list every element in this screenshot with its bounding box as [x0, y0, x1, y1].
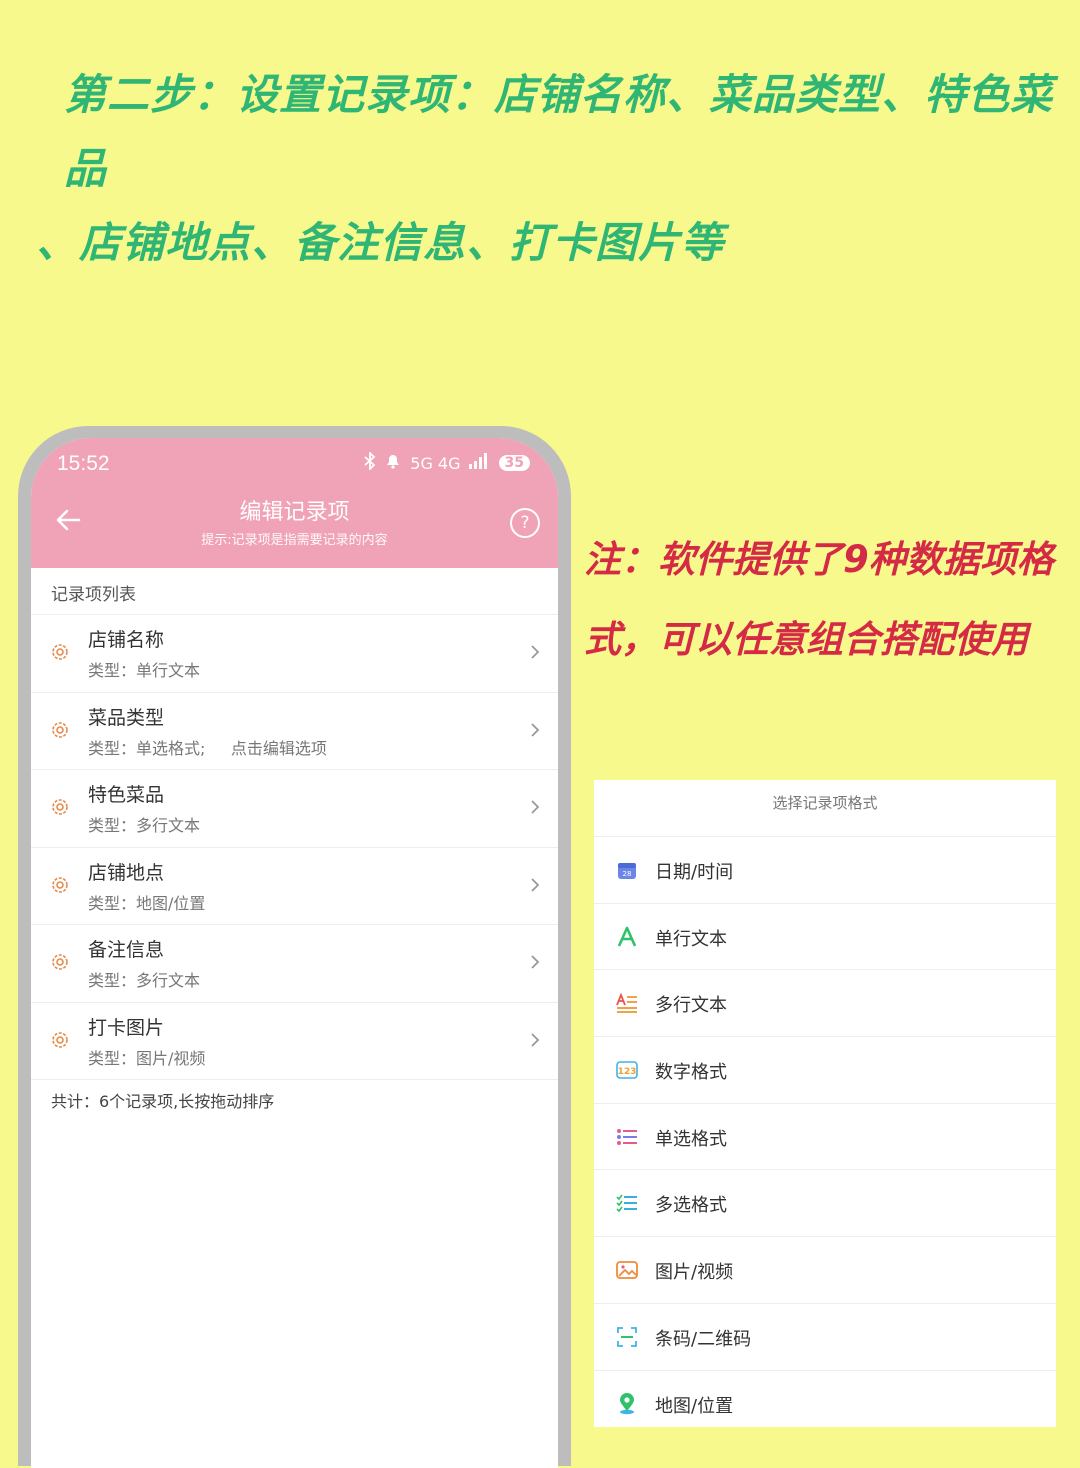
- format-option-label: 单行文本: [655, 928, 727, 950]
- record-item-list: 店铺名称 类型：单行文本 菜品类型 类型：单选格式; 点击编辑选项 特色菜品 类…: [31, 614, 558, 1080]
- record-item-name: 备注信息: [88, 939, 165, 961]
- chevron-right-icon: [531, 955, 540, 969]
- app-bar: 15:52 5G 4G 35 编辑记录项 提示:记录项是指需要记录的内容 ?: [31, 438, 558, 568]
- map-pin-icon: [620, 1392, 634, 1414]
- page-title: 编辑记录项: [239, 500, 350, 525]
- page-subtitle: 提示:记录项是指需要记录的内容: [201, 533, 388, 548]
- format-option-label: 多选格式: [655, 1195, 727, 1217]
- record-item-row[interactable]: 特色菜品 类型：多行文本: [31, 769, 558, 847]
- format-option-datetime[interactable]: 28 日期/时间: [594, 836, 1056, 903]
- format-option-barcode-qr[interactable]: 条码/二维码: [594, 1302, 1056, 1370]
- record-item-row[interactable]: 备注信息 类型：多行文本: [31, 924, 558, 1002]
- record-item-row[interactable]: 菜品类型 类型：单选格式; 点击编辑选项: [31, 691, 558, 770]
- battery-indicator: 35: [498, 455, 530, 471]
- item-count-summary: 共计：6个记录项,长按拖动排序: [51, 1092, 275, 1111]
- record-item-type: 类型：多行文本: [88, 971, 201, 990]
- record-item-name: 打卡图片: [88, 1016, 165, 1039]
- format-option-multi-line[interactable]: 多行文本: [594, 969, 1056, 1036]
- record-item-name: 店铺名称: [88, 629, 165, 651]
- gear-icon: [52, 721, 68, 738]
- chevron-right-icon: [531, 800, 540, 814]
- phone-screen: 15:52 5G 4G 35 编辑记录项 提示:记录项是指需要记录的内容 ? 记…: [31, 438, 558, 1468]
- format-option-single-choice[interactable]: 单选格式: [594, 1102, 1056, 1170]
- format-option-multi-choice[interactable]: 多选格式: [594, 1169, 1056, 1236]
- format-option-label: 条码/二维码: [655, 1328, 752, 1350]
- status-time: 15:52: [57, 452, 110, 475]
- format-option-label: 图片/视频: [655, 1262, 734, 1284]
- bluetooth-icon: [364, 450, 376, 474]
- format-option-label: 日期/时间: [655, 862, 734, 883]
- format-option-label: 单选格式: [655, 1128, 727, 1150]
- gear-icon: [52, 954, 68, 970]
- chevron-right-icon: [531, 645, 540, 659]
- chevron-right-icon: [531, 1032, 540, 1047]
- phone-frame: 15:52 5G 4G 35 编辑记录项 提示:记录项是指需要记录的内容 ? 记…: [18, 426, 571, 1468]
- gear-icon: [52, 876, 68, 893]
- format-option-image-video[interactable]: 图片/视频: [594, 1236, 1056, 1303]
- bell-icon: [384, 452, 402, 474]
- format-picker-card: 选择记录项格式 28 日期/时间 单行文本 多行文本 123 数字格式 单选格式…: [594, 780, 1056, 1427]
- record-item-row[interactable]: 店铺地点 类型：地图/位置: [31, 846, 558, 925]
- record-item-type: 类型：单行文本: [88, 661, 201, 680]
- single-choice-list-icon: [617, 1128, 637, 1145]
- record-item-type: 类型：单选格式; 点击编辑选项: [88, 738, 327, 758]
- calendar-icon: 28: [618, 863, 636, 879]
- chevron-right-icon: [531, 877, 540, 892]
- format-option-label: 地图/位置: [655, 1395, 734, 1417]
- status-icons: 5G 4G 35: [364, 450, 530, 474]
- svg-text:28: 28: [623, 870, 632, 878]
- record-item-row[interactable]: 打卡图片 类型：图片/视频: [31, 1001, 558, 1080]
- record-item-row[interactable]: 店铺名称 类型：单行文本: [31, 614, 558, 692]
- record-item-name: 特色菜品: [88, 784, 165, 806]
- image-icon: [616, 1261, 638, 1280]
- format-option-list: 28 日期/时间 单行文本 多行文本 123 数字格式 单选格式 多选格式 图片…: [594, 836, 1056, 1436]
- headline-line-1: 第二步：设置记录项：店铺名称、菜品类型、特色菜品: [64, 70, 1054, 193]
- scan-code-icon: [617, 1326, 637, 1347]
- gear-icon: [52, 799, 68, 815]
- help-icon[interactable]: ?: [510, 508, 540, 538]
- format-option-single-line[interactable]: 单行文本: [594, 902, 1056, 970]
- note-text: 注：软件提供了9种数据项格式，可以任意组合搭配使用: [584, 538, 1054, 661]
- number-123-icon: 123: [616, 1061, 638, 1079]
- multi-choice-list-icon: [616, 1194, 637, 1213]
- format-option-label: 数字格式: [655, 1062, 727, 1084]
- format-picker-title: 选择记录项格式: [772, 794, 878, 812]
- format-option-label: 多行文本: [655, 995, 727, 1017]
- chevron-right-icon: [531, 722, 540, 737]
- format-option-map-location[interactable]: 地图/位置: [594, 1369, 1056, 1437]
- gear-icon: [52, 644, 68, 660]
- signal-icon: [468, 453, 491, 473]
- svg-text:123: 123: [618, 1067, 637, 1077]
- letter-a-icon: [617, 926, 637, 947]
- multiline-text-icon: [616, 992, 637, 1014]
- headline: 第二步：设置记录项：店铺名称、菜品类型、特色菜品 、店铺地点、备注信息、打卡图片…: [36, 58, 1066, 280]
- record-item-name: 店铺地点: [88, 861, 165, 884]
- gear-icon: [52, 1031, 68, 1048]
- record-item-type: 类型：地图/位置: [88, 893, 206, 913]
- record-item-type: 类型：图片/视频: [88, 1048, 206, 1068]
- record-item-name: 菜品类型: [88, 706, 165, 729]
- record-item-type: 类型：多行文本: [88, 816, 201, 835]
- headline-line-2: 、店铺地点、备注信息、打卡图片等: [36, 218, 725, 267]
- list-header: 记录项列表: [51, 585, 136, 605]
- format-option-number[interactable]: 123 数字格式: [594, 1036, 1056, 1103]
- network-label: 5G 4G: [410, 453, 461, 473]
